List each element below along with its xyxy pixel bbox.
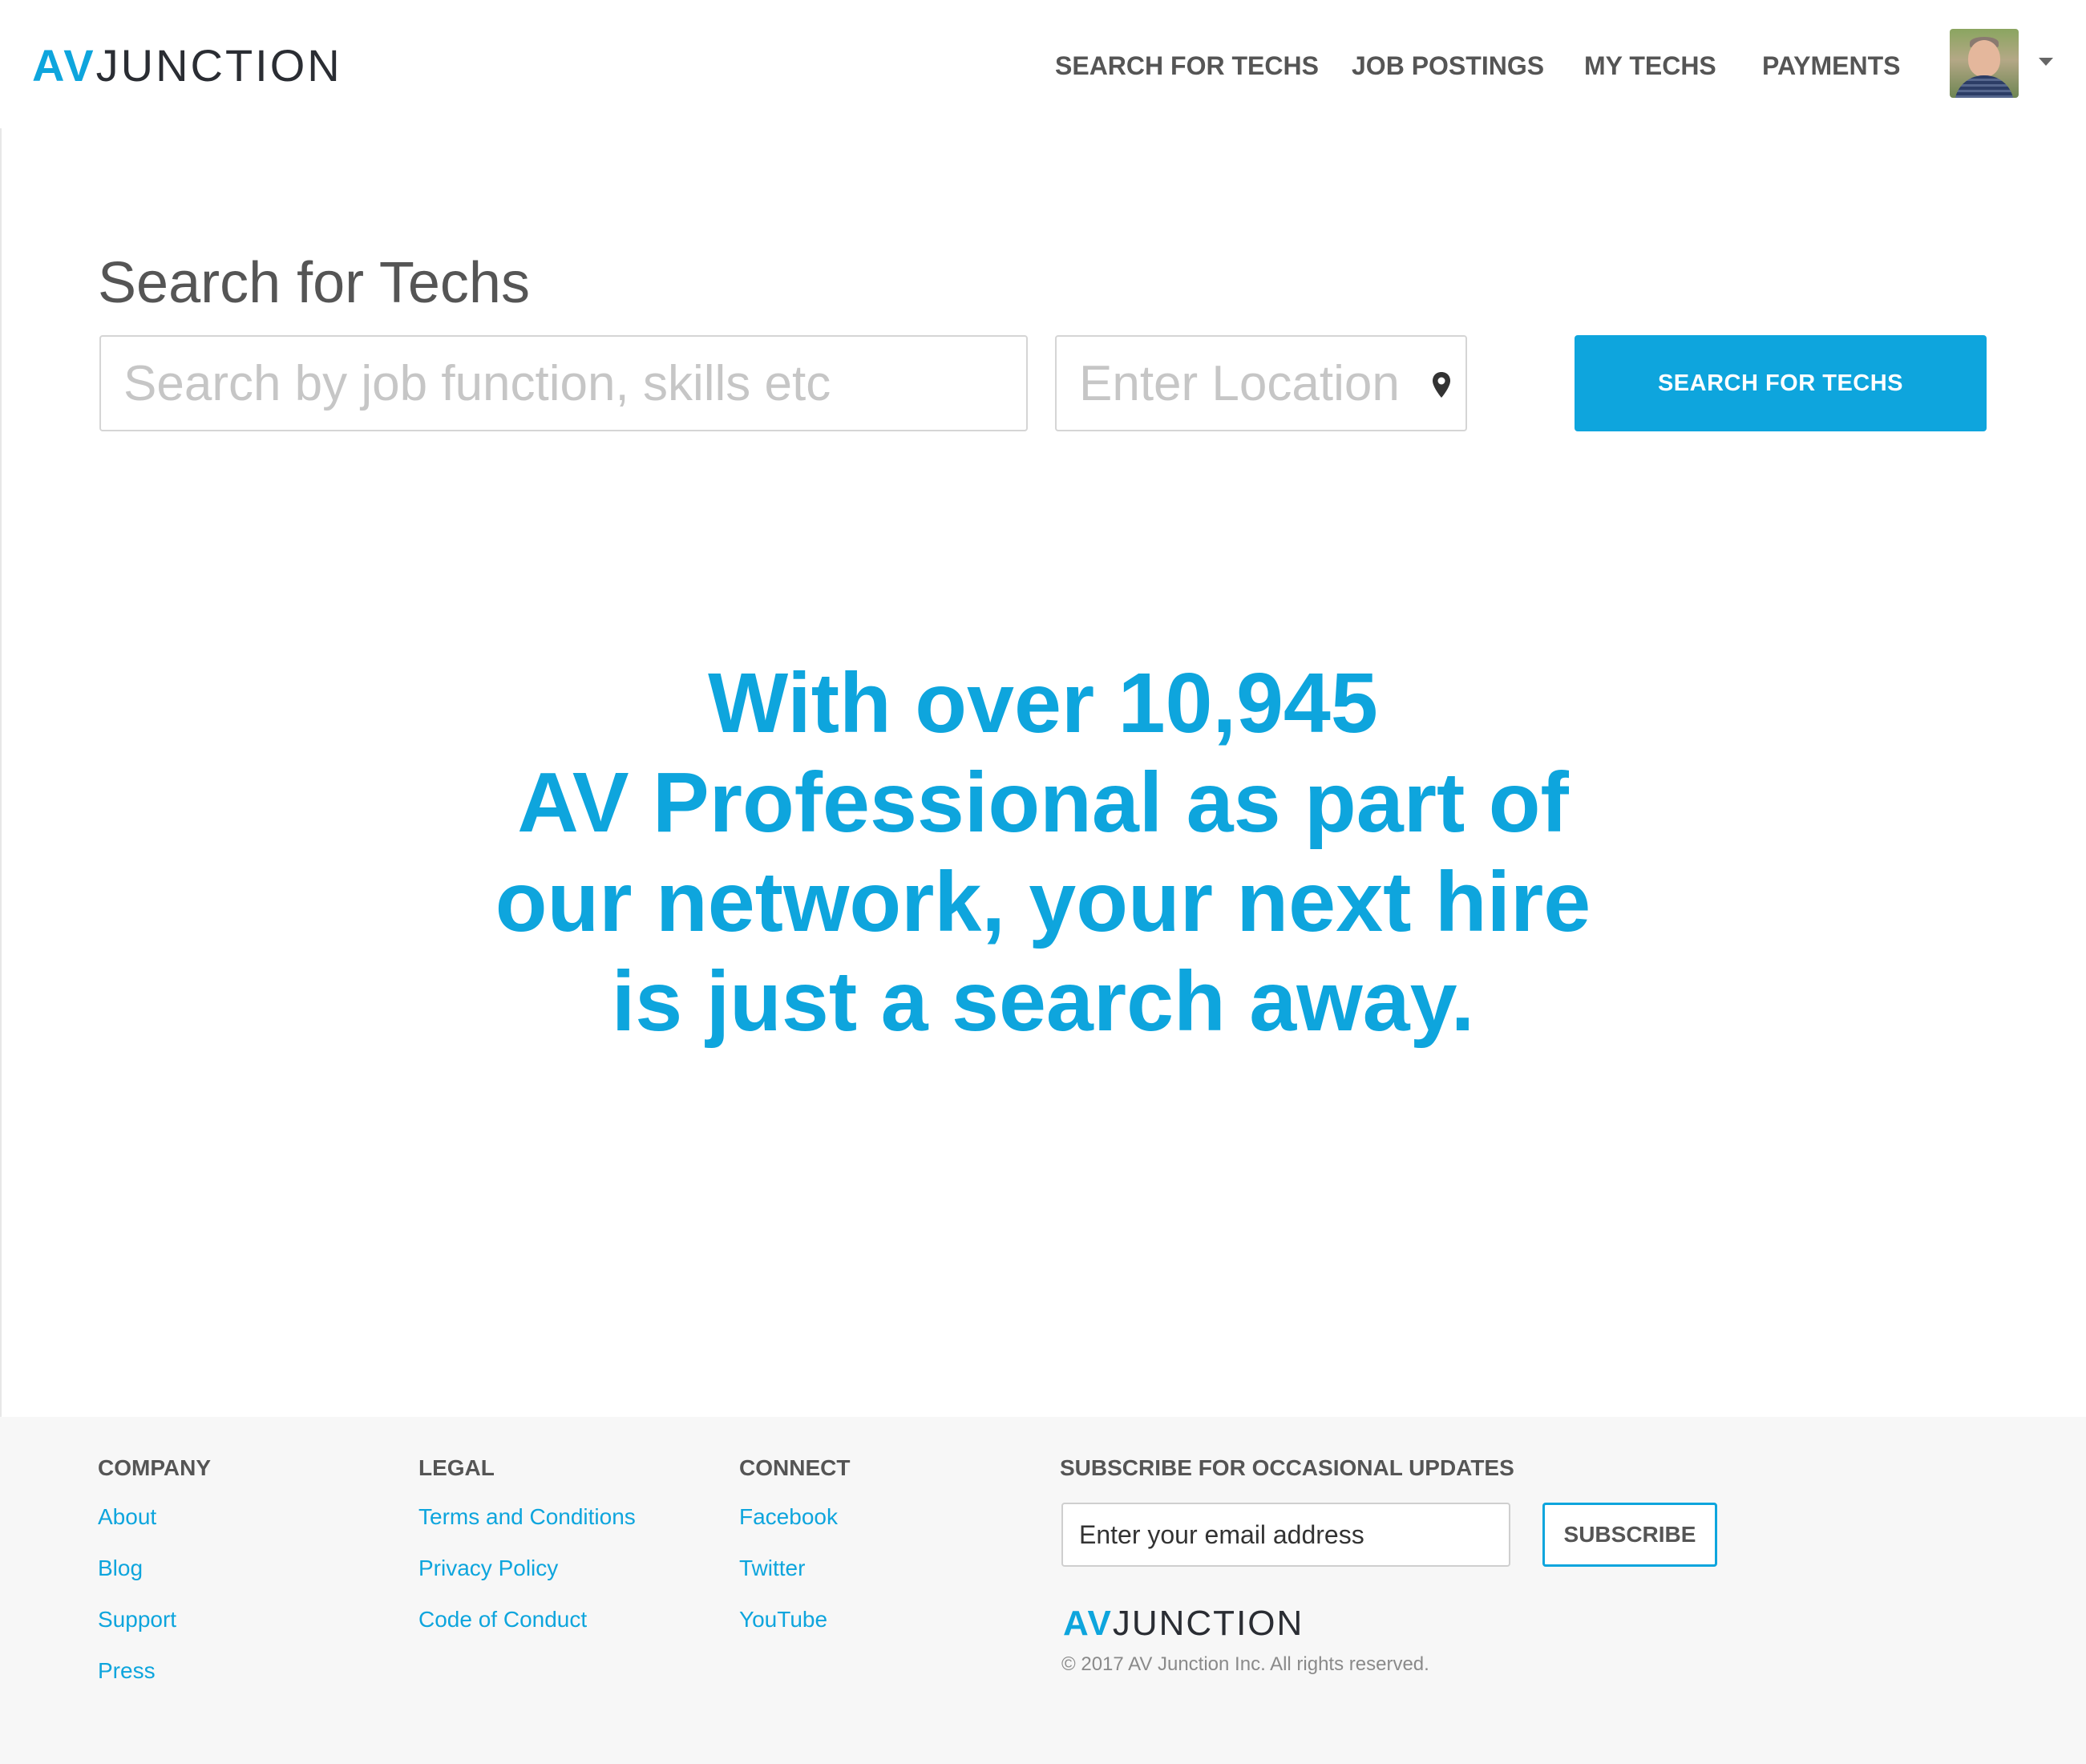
site-footer	[0, 1417, 2086, 1764]
subscribe-button[interactable]: SUBSCRIBE	[1542, 1503, 1717, 1567]
logo-junction-text: JUNCTION	[95, 40, 342, 91]
logo-av-text: AV	[32, 40, 96, 91]
caret-down-icon[interactable]	[2039, 58, 2053, 66]
map-pin-icon	[1433, 372, 1450, 398]
footer-link-privacy[interactable]: Privacy Policy	[418, 1554, 558, 1583]
hero-line: AV Professional as part of	[517, 755, 1569, 850]
footer-link-terms[interactable]: Terms and Conditions	[418, 1503, 636, 1531]
footer-link-blog[interactable]: Blog	[98, 1554, 143, 1583]
email-field[interactable]	[1061, 1503, 1510, 1567]
footer-link-twitter[interactable]: Twitter	[739, 1554, 805, 1583]
footer-link-code-of-conduct[interactable]: Code of Conduct	[418, 1605, 587, 1634]
nav-my-techs[interactable]: MY TECHS	[1584, 48, 1716, 83]
brand-logo[interactable]: AVJUNCTION	[32, 35, 342, 96]
page-border	[0, 128, 2, 1417]
user-avatar[interactable]	[1950, 29, 2019, 98]
footer-heading-connect: CONNECT	[739, 1455, 851, 1480]
hero-line: With over 10,945	[708, 656, 1378, 751]
footer-heading-company: COMPANY	[98, 1455, 212, 1480]
search-for-techs-button[interactable]: SEARCH FOR TECHS	[1575, 335, 1987, 431]
footer-link-facebook[interactable]: Facebook	[739, 1503, 838, 1531]
hero-line: is just a search away.	[611, 954, 1475, 1049]
footer-heading-subscribe: SUBSCRIBE FOR OCCASIONAL UPDATES	[1060, 1455, 1514, 1480]
footer-link-youtube[interactable]: YouTube	[739, 1605, 827, 1634]
footer-link-support[interactable]: Support	[98, 1605, 176, 1634]
page-title: Search for Techs	[98, 251, 530, 315]
location-input[interactable]	[1055, 335, 1467, 431]
nav-job-postings[interactable]: JOB POSTINGS	[1352, 48, 1544, 83]
search-input[interactable]	[99, 335, 1028, 431]
footer-logo[interactable]: AVJUNCTION	[1063, 1600, 1304, 1647]
footer-heading-legal: LEGAL	[418, 1455, 495, 1480]
footer-link-about[interactable]: About	[98, 1503, 156, 1531]
top-navbar: AVJUNCTION SEARCH FOR TECHS JOB POSTINGS…	[0, 0, 2086, 128]
footer-link-press[interactable]: Press	[98, 1657, 156, 1685]
footer-logo-junction-text: JUNCTION	[1112, 1604, 1304, 1643]
footer-logo-av-text: AV	[1063, 1604, 1113, 1643]
nav-search-for-techs[interactable]: SEARCH FOR TECHS	[1055, 48, 1319, 83]
avatar-shirt	[1955, 75, 2014, 98]
hero-tagline: With over 10,945 AV Professional as part…	[321, 653, 1765, 1051]
copyright-text: © 2017 AV Junction Inc. All rights reser…	[1061, 1653, 1429, 1675]
avatar-face	[1968, 40, 2000, 77]
nav-payments[interactable]: PAYMENTS	[1762, 48, 1900, 83]
hero-line: our network, your next hire	[495, 855, 1591, 949]
